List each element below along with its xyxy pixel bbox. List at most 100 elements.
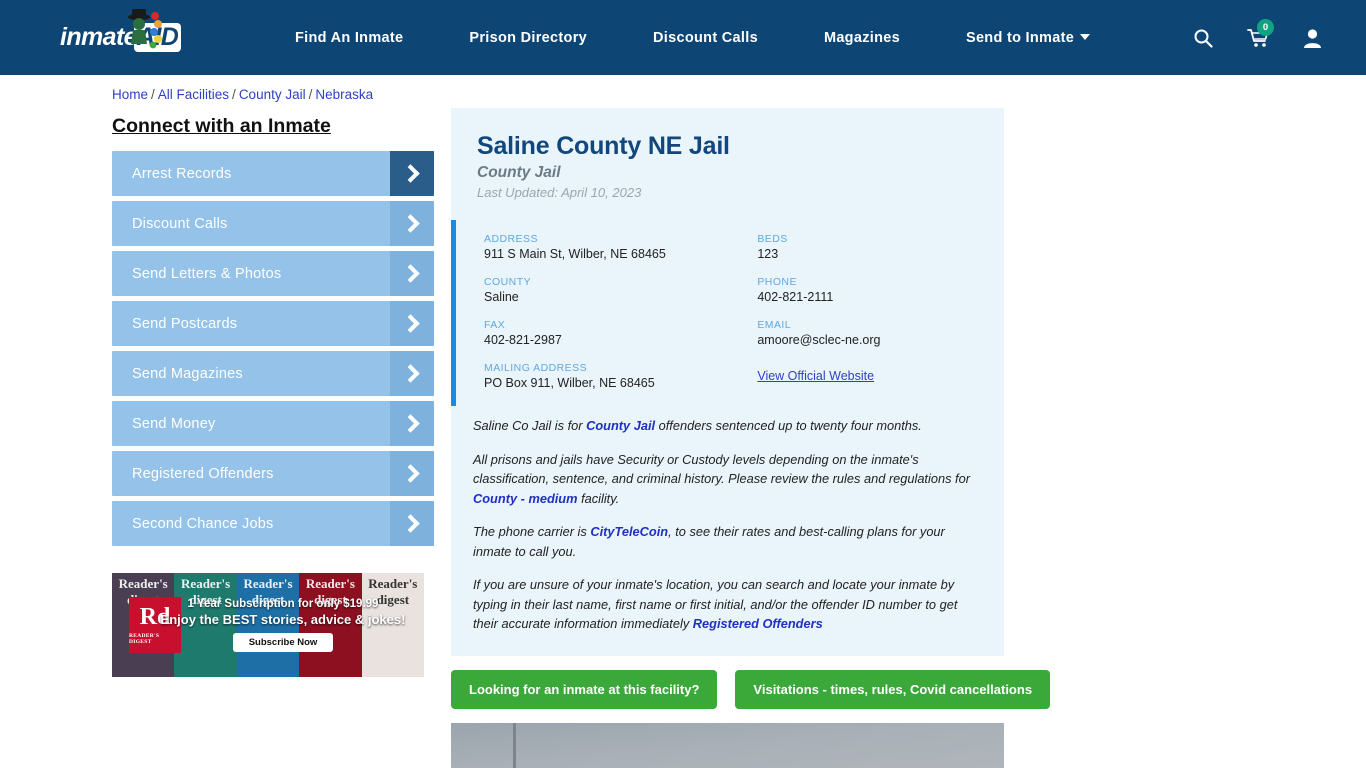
sidebar-item-label: Arrest Records (132, 165, 232, 182)
field-county: COUNTY Saline (484, 276, 757, 304)
field-label: MAILING ADDRESS (484, 362, 588, 374)
sidebar-item-arrest-records[interactable]: Arrest Records (112, 151, 434, 196)
sidebar-item-label: Send Postcards (132, 315, 238, 332)
chevron-right-icon (390, 151, 434, 196)
chevron-right-icon (390, 401, 434, 446)
sidebar-item-label: Send Letters & Photos (132, 265, 282, 282)
nav-item-find-an-inmate[interactable]: Find An Inmate (262, 30, 436, 46)
sidebar-item-label: Send Money (132, 415, 216, 432)
field-label: COUNTY (484, 276, 532, 288)
breadcrumb: Home / All Facilities / County Jail / Nebraska (0, 75, 1366, 108)
breadcrumb-item-home[interactable]: Home (112, 87, 148, 102)
ad-overlay: 1 Year Subscription for only $19.99 Enjo… (112, 573, 424, 677)
facility-header: Saline County NE Jail County Jail Last U… (451, 132, 1004, 200)
breadcrumb-item-nebraska[interactable]: Nebraska (315, 87, 373, 102)
sidebar-item-label: Registered Offenders (132, 465, 274, 482)
header-icon-group: 0 (1193, 18, 1338, 48)
field-value: 911 S Main St, Wilber, NE 68465 (484, 247, 666, 261)
field-value: PO Box 911, Wilber, NE 68465 (484, 376, 655, 390)
description-paragraph-3: The phone carrier is CityTeleCoin, to se… (473, 524, 945, 559)
sidebar-title: Connect with an Inmate (112, 115, 331, 137)
sidebar-item-second-chance-jobs[interactable]: Second Chance Jobs (112, 501, 434, 546)
chevron-right-icon (390, 501, 434, 546)
field-value: 123 (757, 247, 779, 261)
field-fax: FAX 402-821-2987 (484, 319, 757, 347)
link-county-jail[interactable]: County Jail (586, 418, 655, 433)
field-label: EMAIL (757, 319, 792, 331)
field-value: 402-821-2987 (484, 333, 562, 347)
view-official-website-link[interactable]: View Official Website (757, 369, 874, 383)
facility-action-buttons: Looking for an inmate at this facility? … (451, 669, 1366, 709)
chevron-right-icon (390, 301, 434, 346)
field-phone: PHONE 402-821-2111 (757, 276, 1004, 304)
description-paragraph-2: All prisons and jails have Security or C… (473, 451, 970, 506)
sidebar-item-send-letters-photos[interactable]: Send Letters & Photos (112, 251, 434, 296)
nav-item-prison-directory[interactable]: Prison Directory (436, 30, 620, 46)
photo-pole (513, 722, 516, 768)
link-county-medium[interactable]: County - medium (473, 491, 578, 506)
description-paragraph-4: If you are unsure of your inmate's locat… (473, 577, 958, 631)
cart-count-badge: 0 (1257, 18, 1274, 36)
description-paragraph-1: Saline Co Jail is for County Jail offend… (473, 418, 922, 433)
cart-icon[interactable]: 0 (1247, 18, 1274, 48)
chevron-down-icon (1080, 33, 1091, 40)
sidebar-item-label: Send Magazines (132, 365, 243, 382)
last-updated-text: Last Updated: April 10, 2023 (477, 185, 642, 200)
content-layout: Connect with an Inmate Arrest Records Di… (0, 108, 1366, 768)
facility-card: Saline County NE Jail County Jail Last U… (451, 108, 1004, 656)
sidebar-item-registered-offenders[interactable]: Registered Offenders (112, 451, 434, 496)
chevron-right-icon (390, 451, 434, 496)
sidebar-item-send-postcards[interactable]: Send Postcards (112, 301, 434, 346)
sidebar: Connect with an Inmate Arrest Records Di… (112, 108, 434, 768)
field-address: ADDRESS 911 S Main St, Wilber, NE 68465 (484, 233, 757, 261)
sidebar-item-send-magazines[interactable]: Send Magazines (112, 351, 434, 396)
field-label: FAX (484, 319, 506, 331)
link-registered-offenders[interactable]: Registered Offenders (693, 616, 823, 631)
nav-item-send-to-inmate[interactable]: Send to Inmate (933, 30, 1123, 46)
ad-subheadline: Enjoy the BEST stories, advice & jokes! (160, 612, 406, 627)
chevron-right-icon (390, 351, 434, 396)
field-value: amoore@sclec-ne.org (757, 333, 881, 347)
facility-info-block: ADDRESS 911 S Main St, Wilber, NE 68465 … (451, 220, 1004, 406)
breadcrumb-separator: / (232, 87, 236, 102)
site-logo[interactable]: inmateAID (60, 8, 210, 62)
nav-item-discount-calls[interactable]: Discount Calls (620, 30, 791, 46)
main-navigation: Find An Inmate Prison Directory Discount… (262, 30, 1193, 46)
field-value: Saline (484, 290, 519, 304)
ad-subscribe-button[interactable]: Subscribe Now (232, 633, 334, 652)
field-value: 402-821-2111 (757, 290, 834, 304)
chevron-right-icon (390, 201, 434, 246)
facility-exterior-photo (451, 722, 1004, 768)
advertisement-banner[interactable]: Reader's digest Reader's digest Reader's… (112, 573, 424, 677)
breadcrumb-separator: / (308, 87, 313, 102)
looking-for-inmate-button[interactable]: Looking for an inmate at this facility? (451, 669, 718, 709)
field-label: PHONE (757, 276, 797, 288)
page-title: Saline County NE Jail (477, 132, 730, 160)
sidebar-item-discount-calls[interactable]: Discount Calls (112, 201, 434, 246)
main-content: Saline County NE Jail County Jail Last U… (434, 108, 1366, 768)
link-citytelecoin[interactable]: CityTeleCoin (590, 524, 668, 539)
nav-item-magazines[interactable]: Magazines (791, 30, 933, 46)
field-mailing-address: MAILING ADDRESS PO Box 911, Wilber, NE 6… (484, 362, 757, 390)
logo-text: inmateAID (60, 23, 182, 52)
sidebar-item-label: Second Chance Jobs (132, 515, 274, 532)
search-icon[interactable] (1193, 28, 1213, 48)
visitations-button[interactable]: Visitations - times, rules, Covid cancel… (735, 669, 1051, 709)
facility-info-column-right: BEDS 123 PHONE 402-821-2111 EMAIL amoore… (757, 233, 1004, 390)
facility-info-column-left: ADDRESS 911 S Main St, Wilber, NE 68465 … (484, 233, 757, 390)
field-email: EMAIL amoore@sclec-ne.org (757, 319, 1004, 347)
field-beds: BEDS 123 (757, 233, 1004, 261)
facility-description: Saline Co Jail is for County Jail offend… (451, 406, 1004, 656)
site-header: inmateAID Find An Inmate Prison Director… (0, 0, 1366, 75)
field-label: BEDS (757, 233, 788, 245)
ad-headline: 1 Year Subscription for only $19.99 (187, 598, 379, 610)
breadcrumb-item-county-jail[interactable]: County Jail (239, 87, 306, 102)
breadcrumb-item-all-facilities[interactable]: All Facilities (158, 87, 229, 102)
facility-type: County Jail (477, 164, 561, 181)
breadcrumb-separator: / (151, 87, 155, 102)
sidebar-item-send-money[interactable]: Send Money (112, 401, 434, 446)
page-body: Home / All Facilities / County Jail / Nebraska… (0, 75, 1366, 768)
user-account-icon[interactable] (1303, 28, 1322, 48)
sidebar-item-label: Discount Calls (132, 215, 228, 232)
field-label: ADDRESS (484, 233, 538, 245)
